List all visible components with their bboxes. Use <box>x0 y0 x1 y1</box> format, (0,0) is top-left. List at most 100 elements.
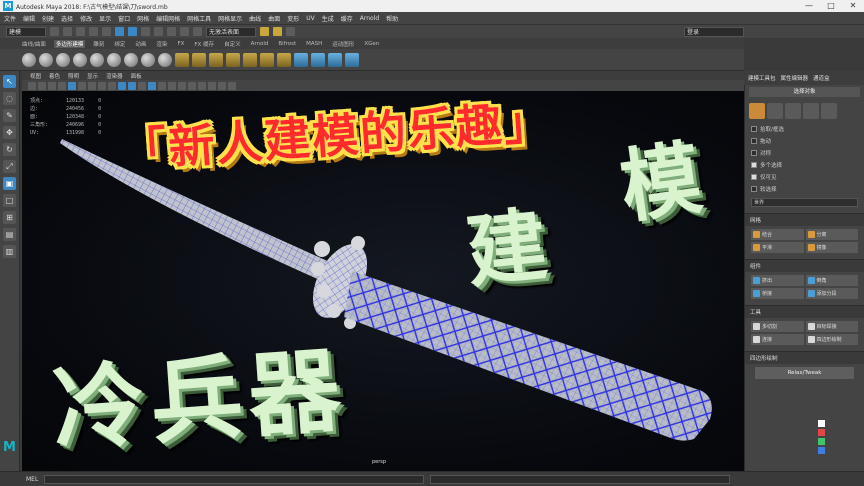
option-visible-only[interactable]: 仅可见 <box>745 171 864 183</box>
camera-select-icon[interactable] <box>28 81 36 90</box>
scale-tool-icon[interactable]: ⤢ <box>3 160 16 173</box>
multi-cut-button[interactable]: 多切割 <box>751 321 804 332</box>
anti-aliasing-icon[interactable] <box>208 81 216 90</box>
combine-button[interactable]: 结合 <box>751 229 804 240</box>
add-divisions-button[interactable]: 添加分段 <box>805 288 858 299</box>
menu-help[interactable]: 帮助 <box>386 14 398 23</box>
single-perspective-layout-icon[interactable]: □ <box>3 194 16 207</box>
connect-button[interactable]: 连接 <box>751 334 804 345</box>
redo-icon[interactable] <box>102 27 111 36</box>
wireframe-icon[interactable] <box>118 81 126 90</box>
ipr-render-icon[interactable] <box>273 27 282 36</box>
soft-select-row[interactable]: 软选择 <box>745 183 864 195</box>
wireframe-on-shaded-icon[interactable] <box>148 81 156 90</box>
shelf-tab-fx[interactable]: FX <box>175 41 186 47</box>
grid-toggle-icon[interactable] <box>68 81 76 90</box>
combine-icon[interactable] <box>175 52 189 67</box>
swatch-red[interactable] <box>818 429 825 436</box>
undo-icon[interactable] <box>89 27 98 36</box>
object-mode-icon[interactable] <box>749 103 765 119</box>
swatch-green[interactable] <box>818 438 825 445</box>
open-scene-icon[interactable] <box>63 27 72 36</box>
multi-cut-icon[interactable] <box>294 52 308 67</box>
uv-mode-icon[interactable] <box>821 103 837 119</box>
shelf-tab-sculpting[interactable]: 雕刻 <box>91 40 106 48</box>
ambient-occlusion-icon[interactable] <box>188 81 196 90</box>
axis-dropdown[interactable]: 世界 <box>751 198 858 207</box>
viewport-menu-show[interactable]: 显示 <box>87 72 98 80</box>
extrude-button[interactable]: 挤出 <box>751 275 804 286</box>
outliner-layout-icon[interactable]: ▤ <box>3 228 16 241</box>
section-components[interactable]: 组件 <box>745 259 864 272</box>
use-all-lights-icon[interactable] <box>168 81 176 90</box>
shelf-tab-custom[interactable]: 自定义 <box>222 40 243 48</box>
render-settings-icon[interactable] <box>286 27 295 36</box>
bridge-icon[interactable] <box>277 52 291 67</box>
menu-cache[interactable]: 缓存 <box>341 14 353 23</box>
shelf-tab-poly-modeling[interactable]: 多边形建模 <box>53 39 86 48</box>
shelf-tab-curves[interactable]: 曲线/曲面 <box>20 40 48 48</box>
menu-windows[interactable]: 窗口 <box>118 14 130 23</box>
section-mesh[interactable]: 网格 <box>745 213 864 226</box>
select-by-component-icon[interactable] <box>141 27 150 36</box>
edge-mode-icon[interactable] <box>785 103 801 119</box>
save-scene-icon[interactable] <box>76 27 85 36</box>
shelf-tab-fx-caching[interactable]: FX 缓存 <box>192 40 216 48</box>
shelf-tab-mash[interactable]: MASH <box>304 41 324 47</box>
pick-marquee-checkbox[interactable] <box>751 126 757 132</box>
menu-mesh[interactable]: 网格 <box>137 14 149 23</box>
viewport-menu-panels[interactable]: 面板 <box>131 72 142 80</box>
lasso-tool-icon[interactable]: ◌ <box>3 92 16 105</box>
viewport-menu-view[interactable]: 视图 <box>30 72 41 80</box>
poly-cylinder-icon[interactable] <box>56 52 70 67</box>
shelf-tab-arnold[interactable]: Arnold <box>249 41 271 47</box>
shadows-icon[interactable] <box>178 81 186 90</box>
symmetry-checkbox[interactable] <box>751 150 757 156</box>
select-tool-icon[interactable]: ↖ <box>3 75 16 88</box>
face-mode-icon[interactable] <box>803 103 819 119</box>
four-view-layout-icon[interactable]: ⊞ <box>3 211 16 224</box>
relax-tweak-button[interactable]: Relax/Tweak <box>755 367 854 379</box>
xray-icon[interactable] <box>228 81 236 90</box>
quad-draw-button[interactable]: 四边形绘制 <box>805 334 858 345</box>
menu-modify[interactable]: 修改 <box>80 14 92 23</box>
bevel-icon[interactable] <box>260 52 274 67</box>
field-chart-icon[interactable] <box>108 81 116 90</box>
snap-curve-icon[interactable] <box>167 27 176 36</box>
tab-channel-box[interactable]: 通道盒 <box>813 74 830 82</box>
shelf-tab-rigging[interactable]: 绑定 <box>112 40 127 48</box>
drag-checkbox[interactable] <box>751 138 757 144</box>
shelf-tab-bifrost[interactable]: Bifrost <box>276 41 298 47</box>
image-plane-icon[interactable] <box>58 81 66 90</box>
menu-mesh-display[interactable]: 网格显示 <box>218 14 242 23</box>
visible-only-checkbox[interactable] <box>751 174 757 180</box>
menu-edit[interactable]: 编辑 <box>23 14 35 23</box>
menu-mesh-tools[interactable]: 网格工具 <box>187 14 211 23</box>
close-button[interactable]: ✕ <box>842 0 864 12</box>
separate-icon[interactable] <box>192 52 206 67</box>
textured-icon[interactable] <box>158 81 166 90</box>
smooth-button[interactable]: 平滑 <box>751 242 804 253</box>
separate-button[interactable]: 分离 <box>805 229 858 240</box>
snap-surface-icon[interactable] <box>193 27 202 36</box>
menu-curves[interactable]: 曲线 <box>249 14 261 23</box>
shelf-tab-xgen[interactable]: XGen <box>362 41 381 47</box>
last-tool-icon[interactable]: ▣ <box>3 177 16 190</box>
rotate-tool-icon[interactable]: ↻ <box>3 143 16 156</box>
render-icon[interactable] <box>260 27 269 36</box>
vertex-mode-icon[interactable] <box>767 103 783 119</box>
menu-set-selector[interactable]: 建模 <box>6 26 46 37</box>
move-tool-icon[interactable]: ✥ <box>3 126 16 139</box>
extrude-icon[interactable] <box>243 52 257 67</box>
soft-select-checkbox[interactable] <box>751 186 757 192</box>
select-by-hierarchy-icon[interactable] <box>115 27 124 36</box>
swatch-blue[interactable] <box>818 447 825 454</box>
target-weld-button[interactable]: 目标焊接 <box>805 321 858 332</box>
menu-generate[interactable]: 生成 <box>322 14 334 23</box>
user-login-field[interactable]: 登录 <box>684 27 744 37</box>
new-scene-icon[interactable] <box>50 27 59 36</box>
command-input[interactable] <box>44 474 425 484</box>
select-object-button[interactable]: 选择对象 <box>749 87 860 97</box>
viewport-menu-lighting[interactable]: 照明 <box>68 72 79 80</box>
multi-select-checkbox[interactable] <box>751 162 757 168</box>
